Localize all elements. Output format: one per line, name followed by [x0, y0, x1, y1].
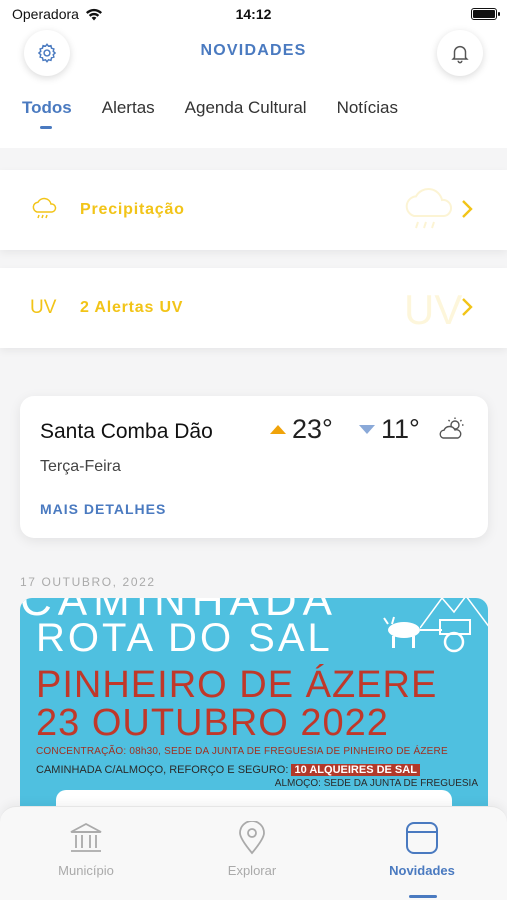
location-pin-icon: [239, 821, 265, 855]
carrier-name: Operadora: [12, 6, 79, 22]
nav-label: Novidades: [389, 863, 455, 878]
temp-max-value: 23°: [292, 414, 333, 444]
tab-label: Notícias: [336, 98, 398, 117]
chevron-right-icon: [462, 298, 473, 316]
feed-date: 17 OUTUBRO, 2022: [20, 575, 156, 589]
ox-cart-graphic: [383, 616, 471, 653]
tab-label: Alertas: [101, 98, 155, 117]
rain-cloud-watermark-icon: [405, 188, 453, 229]
poster-location: PINHEIRO DE ÁZERE: [36, 664, 438, 706]
header: NOVIDADES Todos Alertas Agenda Cultural …: [0, 28, 507, 148]
poster-title: ROTA DO SAL: [36, 616, 333, 660]
bottom-navigation: Município Explorar Novidades: [0, 806, 507, 900]
poster-lunch: ALMOÇO: SEDE DA JUNTA DE FREGUESIA: [274, 778, 478, 789]
battery-icon: [471, 8, 500, 20]
partly-cloudy-icon: [439, 417, 464, 439]
temp-min: 11°: [359, 414, 420, 445]
poster-walk-info: CAMINHADA C/ALMOÇO, REFORÇO E SEGURO: 10…: [36, 764, 420, 776]
tab-label: Todos: [22, 98, 72, 117]
nav-novidades[interactable]: Novidades: [342, 821, 502, 878]
alert-uv[interactable]: UV 2 Alertas UV UV: [0, 268, 507, 348]
weather-day: Terça-Feira: [40, 458, 121, 475]
poster-walk-label: CAMINHADA C/ALMOÇO, REFORÇO E SEGURO:: [36, 764, 289, 776]
bell-icon: [451, 45, 469, 64]
active-tab-indicator: [40, 126, 52, 129]
page-title: NOVIDADES: [200, 42, 307, 59]
uv-watermark-icon: UV: [404, 286, 463, 333]
temp-min-value: 11°: [381, 414, 420, 444]
poster-price: 10 ALQUEIRES DE SAL: [291, 764, 420, 776]
alert-label: Precipitação: [80, 201, 185, 218]
notifications-button[interactable]: [437, 30, 483, 76]
poster-event-date: 23 OUTUBRO 2022: [36, 702, 389, 744]
tab-todos[interactable]: Todos: [22, 98, 72, 129]
alert-label: 2 Alertas UV: [80, 299, 184, 316]
chevron-right-icon: [462, 200, 473, 218]
tab-noticias[interactable]: Notícias: [337, 98, 398, 118]
tab-bar: Todos Alertas Agenda Cultural Notícias: [22, 98, 398, 129]
nav-municipio[interactable]: Município: [6, 821, 166, 878]
temp-max: 23°: [270, 414, 333, 445]
tab-label: Agenda Cultural: [184, 98, 307, 117]
tab-alertas[interactable]: Alertas: [102, 98, 155, 118]
news-card-icon: [406, 822, 438, 854]
poster-concentration: CONCENTRAÇÃO: 08h30, SEDE DA JUNTA DE FR…: [36, 746, 448, 757]
wifi-icon: [85, 8, 102, 20]
nav-explorar[interactable]: Explorar: [172, 821, 332, 878]
weather-card[interactable]: Santa Comba Dão 23° 11° Terça-Feira MAIS…: [20, 396, 488, 538]
status-bar: Operadora 14:12: [0, 0, 507, 28]
status-left: Operadora: [12, 6, 103, 22]
building-icon: [70, 822, 102, 852]
uv-icon: UV: [30, 297, 57, 318]
nav-label: Município: [58, 863, 114, 878]
active-nav-indicator: [409, 895, 437, 898]
tab-agenda-cultural[interactable]: Agenda Cultural: [185, 98, 307, 118]
battery-fill: [473, 10, 495, 18]
arrow-up-icon: [270, 425, 286, 434]
rain-cloud-icon: [32, 197, 57, 219]
nav-label: Explorar: [227, 863, 277, 878]
arrow-down-icon: [359, 425, 375, 434]
more-details-link[interactable]: MAIS DETALHES: [40, 501, 166, 517]
alert-precipitation[interactable]: Precipitação: [0, 170, 507, 250]
weather-city: Santa Comba Dão: [40, 420, 213, 443]
